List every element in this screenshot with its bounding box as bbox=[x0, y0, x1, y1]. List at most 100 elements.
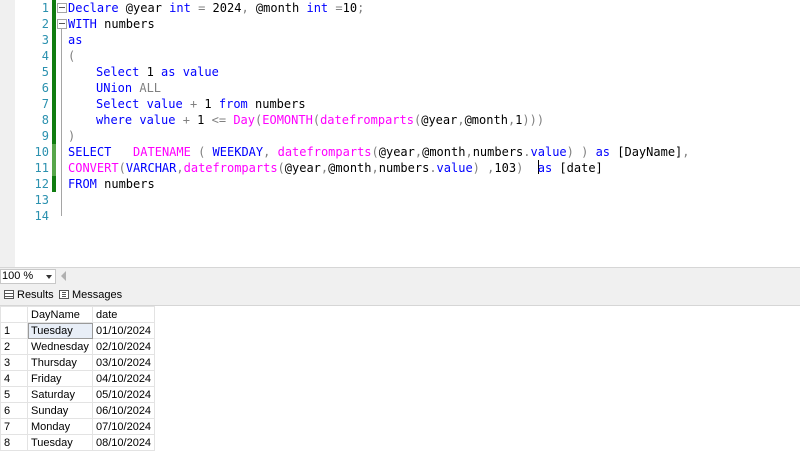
code-text[interactable]: ( bbox=[68, 48, 75, 64]
line-number: 1 bbox=[41, 1, 49, 15]
editor-status-bar: 100 % bbox=[0, 267, 800, 285]
grid-cell[interactable]: 01/10/2024 bbox=[91, 322, 156, 339]
line-number: 4 bbox=[41, 49, 49, 63]
code-line-13[interactable]: 13 bbox=[0, 192, 800, 208]
table-row[interactable]: 1 Tuesday 01/10/2024 bbox=[0, 322, 156, 339]
grid-cell[interactable]: 05/10/2024 bbox=[91, 386, 156, 403]
code-line-14[interactable]: 14 bbox=[0, 208, 800, 224]
table-row[interactable]: 2 Wednesday 02/10/2024 bbox=[0, 338, 156, 355]
table-row[interactable]: 7 Monday 07/10/2024 bbox=[0, 418, 156, 435]
table-row[interactable]: 8 Tuesday 08/10/2024 bbox=[0, 434, 156, 451]
tab-messages[interactable]: Messages bbox=[59, 288, 123, 304]
grid-cell[interactable]: Tuesday bbox=[27, 434, 93, 451]
code-line-3[interactable]: 3 as bbox=[0, 32, 800, 48]
line-number: 10 bbox=[34, 145, 49, 159]
code-text[interactable]: Select value + 1 from numbers bbox=[96, 96, 306, 112]
code-line-11[interactable]: 11 CONVERT(VARCHAR,datefromparts(@year,@… bbox=[0, 160, 800, 176]
code-line-8[interactable]: 8 where value + 1 <= Day(EOMONTH(datefro… bbox=[0, 112, 800, 128]
code-text[interactable]: where value + 1 <= Day(EOMONTH(datefromp… bbox=[96, 112, 544, 128]
chevron-down-icon bbox=[46, 275, 52, 279]
grid-cell[interactable]: Monday bbox=[27, 418, 93, 435]
grid-header-row: DayName date bbox=[0, 306, 156, 323]
row-number[interactable]: 8 bbox=[0, 434, 28, 451]
code-line-6[interactable]: 6 UNion ALL bbox=[0, 80, 800, 96]
select-all-cell[interactable] bbox=[0, 306, 28, 323]
code-text[interactable]: UNion ALL bbox=[96, 80, 161, 96]
code-text[interactable]: SELECT DATENAME ( WEEKDAY, datefromparts… bbox=[68, 144, 690, 160]
table-row[interactable]: 4 Friday 04/10/2024 bbox=[0, 370, 156, 387]
table-row[interactable]: 6 Sunday 06/10/2024 bbox=[0, 402, 156, 419]
code-line-12[interactable]: 12 FROM numbers bbox=[0, 176, 800, 192]
change-bar bbox=[52, 64, 56, 80]
code-line-5[interactable]: 5 Select 1 as value bbox=[0, 64, 800, 80]
grid-icon bbox=[4, 290, 14, 299]
results-tab-bar: Results Messages bbox=[0, 285, 800, 306]
column-header-dayname[interactable]: DayName bbox=[27, 306, 93, 323]
change-bar bbox=[52, 0, 56, 16]
change-bar bbox=[52, 96, 56, 112]
line-number: 7 bbox=[41, 97, 49, 111]
change-bar bbox=[52, 48, 56, 64]
query-editor[interactable]: 1 Declare @year int = 2024, @month int =… bbox=[0, 0, 800, 267]
code-text[interactable]: WITH numbers bbox=[68, 16, 155, 32]
tab-results[interactable]: Results bbox=[4, 288, 54, 304]
grid-cell[interactable]: 02/10/2024 bbox=[91, 338, 156, 355]
row-number[interactable]: 6 bbox=[0, 402, 28, 419]
line-number: 2 bbox=[41, 17, 49, 31]
code-line-9[interactable]: 9 ) bbox=[0, 128, 800, 144]
code-line-7[interactable]: 7 Select value + 1 from numbers bbox=[0, 96, 800, 112]
line-number: 11 bbox=[34, 161, 49, 175]
zoom-dropdown[interactable]: 100 % bbox=[0, 269, 56, 284]
change-bar bbox=[52, 80, 56, 96]
change-bar bbox=[52, 32, 56, 48]
row-number[interactable]: 7 bbox=[0, 418, 28, 435]
grid-cell[interactable]: Tuesday bbox=[27, 322, 93, 339]
code-text[interactable]: Select 1 as value bbox=[96, 64, 219, 80]
change-bar bbox=[52, 16, 56, 32]
row-number[interactable]: 1 bbox=[0, 322, 28, 339]
results-grid-pane: DayName date 1 Tuesday 01/10/2024 2 Wedn… bbox=[0, 306, 800, 451]
line-number: 5 bbox=[41, 65, 49, 79]
scroll-left-icon[interactable] bbox=[61, 271, 66, 281]
grid-cell[interactable]: 07/10/2024 bbox=[91, 418, 156, 435]
line-number: 12 bbox=[34, 177, 49, 191]
messages-icon bbox=[59, 290, 69, 299]
grid-cell[interactable]: 06/10/2024 bbox=[91, 402, 156, 419]
code-text[interactable]: CONVERT(VARCHAR,datefromparts(@year,@mon… bbox=[68, 160, 603, 176]
line-number: 6 bbox=[41, 81, 49, 95]
line-number: 9 bbox=[41, 129, 49, 143]
row-number[interactable]: 3 bbox=[0, 354, 28, 371]
line-number: 14 bbox=[34, 209, 49, 223]
row-number[interactable]: 5 bbox=[0, 386, 28, 403]
grid-cell[interactable]: Thursday bbox=[27, 354, 93, 371]
grid-cell[interactable]: Sunday bbox=[27, 402, 93, 419]
row-number[interactable]: 2 bbox=[0, 338, 28, 355]
code-line-1[interactable]: 1 Declare @year int = 2024, @month int =… bbox=[0, 0, 800, 16]
line-number: 13 bbox=[34, 193, 49, 207]
grid-cell[interactable]: 08/10/2024 bbox=[91, 434, 156, 451]
code-line-10[interactable]: 10 SELECT DATENAME ( WEEKDAY, datefrompa… bbox=[0, 144, 800, 160]
code-text[interactable]: Declare @year int = 2024, @month int =10… bbox=[68, 0, 364, 16]
column-header-date[interactable]: date bbox=[91, 306, 156, 323]
results-grid: DayName date 1 Tuesday 01/10/2024 2 Wedn… bbox=[0, 306, 156, 451]
zoom-value: 100 % bbox=[2, 270, 34, 282]
change-bar bbox=[52, 176, 56, 192]
code-text[interactable]: as bbox=[68, 32, 82, 48]
line-number: 3 bbox=[41, 33, 49, 47]
code-line-2[interactable]: 2 WITH numbers bbox=[0, 16, 800, 32]
grid-cell[interactable]: Wednesday bbox=[27, 338, 93, 355]
grid-cell[interactable]: 03/10/2024 bbox=[91, 354, 156, 371]
code-text[interactable]: FROM numbers bbox=[68, 176, 155, 192]
code-text[interactable]: ) bbox=[68, 128, 75, 144]
table-row[interactable]: 5 Saturday 05/10/2024 bbox=[0, 386, 156, 403]
line-number: 8 bbox=[41, 113, 49, 127]
table-row[interactable]: 3 Thursday 03/10/2024 bbox=[0, 354, 156, 371]
row-number[interactable]: 4 bbox=[0, 370, 28, 387]
code-line-4[interactable]: 4 ( bbox=[0, 48, 800, 64]
grid-cell[interactable]: Friday bbox=[27, 370, 93, 387]
change-bar bbox=[52, 128, 56, 144]
grid-cell[interactable]: 04/10/2024 bbox=[91, 370, 156, 387]
change-bar bbox=[52, 160, 56, 176]
grid-cell[interactable]: Saturday bbox=[27, 386, 93, 403]
change-bar bbox=[52, 112, 56, 128]
